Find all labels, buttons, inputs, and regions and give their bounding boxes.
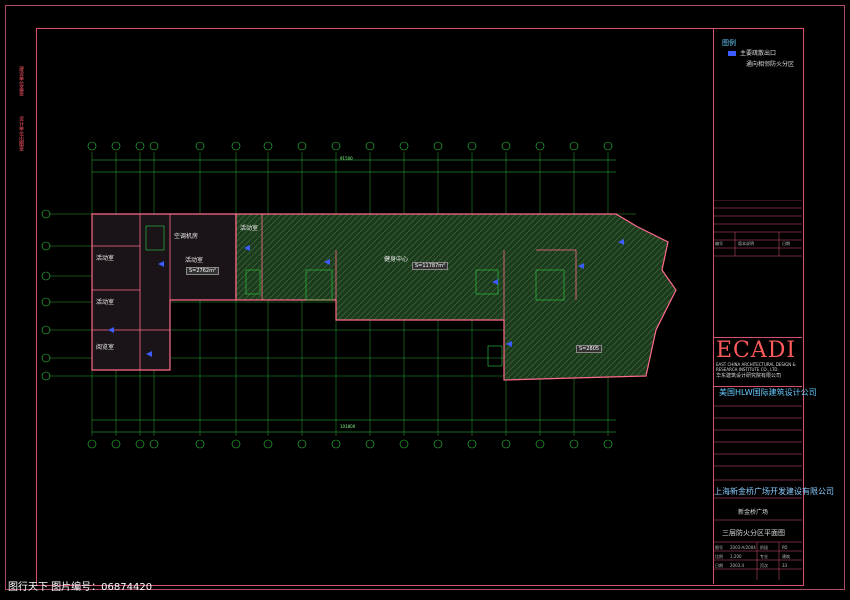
tb-value: PD xyxy=(782,545,788,550)
dimension-total-top: 91500 xyxy=(340,156,353,161)
logo-english: EAST CHINA ARCHITECTURAL DESIGN & RESEAR… xyxy=(716,362,796,372)
grid-bubbles-left xyxy=(41,209,51,381)
revision-table xyxy=(713,200,802,257)
fire-area-label: S=11787m² xyxy=(412,262,449,270)
room-label: 阅览室 xyxy=(96,344,115,351)
fire-area-label: S=2762m² xyxy=(186,267,219,275)
tb-value: 2003-A/2004 xyxy=(730,545,756,550)
project-name: 新金桥广场 xyxy=(738,509,769,516)
side-note-2: 设计单位出图章 xyxy=(18,116,24,151)
fire-area-label: S=2805 xyxy=(576,345,603,353)
room-label: 空调机房 xyxy=(174,233,199,240)
watermark: 图行天下 图片编号：06874420 xyxy=(8,582,153,593)
room-label: 活动室 xyxy=(185,257,204,264)
tb-label: 比例 xyxy=(715,554,723,559)
ecadi-logo: ECADI xyxy=(716,338,797,363)
tb-label: 专业 xyxy=(760,554,768,559)
side-note-1: 建设单位盖章 xyxy=(18,66,24,96)
room-label: 活动室 xyxy=(96,299,115,306)
revision-col: 日期 xyxy=(782,241,790,246)
room-label: 健身中心 xyxy=(384,256,409,263)
room-label: 活动室 xyxy=(96,255,115,262)
tb-label: 页次 xyxy=(760,563,768,568)
tb-value: 建筑 xyxy=(782,554,790,559)
exit-legend-swatch xyxy=(728,51,736,56)
drawing-title: 三层防火分区平面图 xyxy=(722,529,785,537)
floor-plan xyxy=(41,141,677,449)
tb-label: 阶段 xyxy=(760,545,768,550)
legend-title: 图例 xyxy=(722,39,736,47)
tb-label: 图号 xyxy=(715,545,723,550)
revision-col: 版本说明 xyxy=(738,241,754,246)
client-name: 上海新金桥广场开发建设有限公司 xyxy=(714,487,834,496)
revision-col: 编号 xyxy=(715,241,723,246)
legend-item: 通向相邻防火分区 xyxy=(746,61,795,68)
grid-bubbles-bottom xyxy=(87,439,613,449)
dimension-total-bottom: 101800 xyxy=(340,424,356,429)
tb-value: 1:200 xyxy=(730,554,742,559)
design-company: 美国HLW国际建筑设计公司 xyxy=(719,388,817,397)
tb-value: 2003.4 xyxy=(730,563,744,568)
grid-bubbles-top xyxy=(87,141,613,151)
logo-chinese: 华东建筑设计研究院有限公司 xyxy=(716,373,782,379)
tb-value: 33 xyxy=(782,563,788,568)
tb-label: 日期 xyxy=(715,563,723,568)
room-label: 活动室 xyxy=(240,225,259,232)
